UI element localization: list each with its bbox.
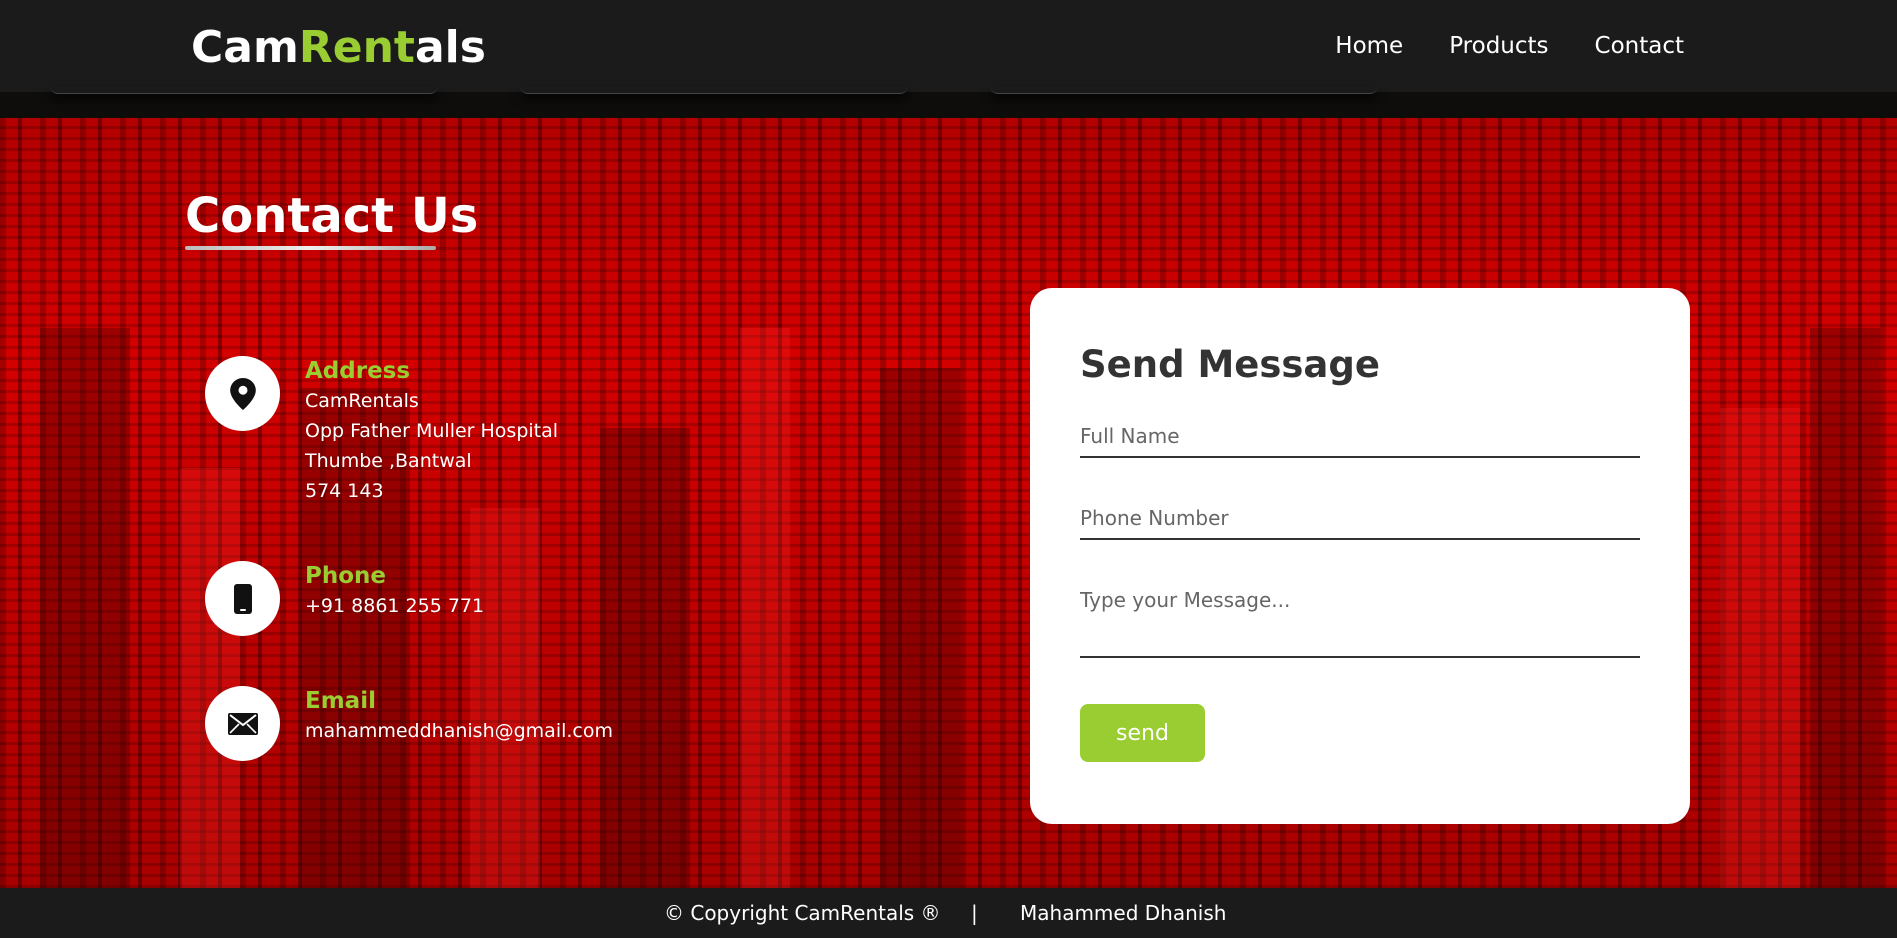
address-line: CamRentals: [305, 390, 419, 412]
phone-label: Phone: [305, 563, 387, 589]
brand-part-1: Cam: [191, 22, 299, 73]
mobile-phone-icon: [233, 583, 252, 614]
address-label: Address: [305, 358, 411, 384]
city-building: [880, 368, 960, 888]
product-card-edge: [520, 86, 908, 94]
send-button[interactable]: send: [1080, 704, 1205, 762]
city-building: [40, 328, 130, 888]
phone-value[interactable]: +91 8861 255 771: [305, 591, 484, 621]
message-textarea[interactable]: [1080, 588, 1640, 658]
footer-separator: |: [971, 901, 978, 925]
email-icon-circle: [205, 686, 280, 761]
city-building: [1810, 328, 1880, 888]
nav-contact-link[interactable]: Contact: [1595, 30, 1684, 62]
brand-logo[interactable]: CamRentals: [191, 20, 486, 76]
form-title: Send Message: [1080, 343, 1380, 386]
address-icon-circle: [205, 356, 280, 431]
city-building: [180, 468, 240, 888]
site-header: CamRentals Home Products Contact: [0, 0, 1897, 92]
address-line: Opp Father Muller Hospital: [305, 420, 559, 442]
email-value[interactable]: mahammeddhanish@gmail.com: [305, 716, 613, 746]
product-cards-edge: [0, 86, 1897, 118]
nav-home-link[interactable]: Home: [1335, 30, 1403, 62]
main-nav: Home Products Contact: [1335, 30, 1684, 62]
brand-part-3: als: [414, 22, 486, 73]
city-building: [600, 428, 690, 888]
contact-section: Contact Us Address CamRentals Opp Father…: [0, 118, 1897, 888]
send-message-form: Send Message send: [1030, 288, 1690, 824]
phone-number-input[interactable]: [1080, 506, 1640, 540]
email-text: Email mahammeddhanish@gmail.com: [305, 686, 613, 746]
full-name-input[interactable]: [1080, 424, 1640, 458]
address-line: 574 143: [305, 480, 384, 502]
address-line: Thumbe ,Bantwal: [305, 450, 472, 472]
location-pin-icon: [229, 377, 256, 410]
product-card-edge: [990, 86, 1378, 94]
phone-icon-circle: [205, 561, 280, 636]
footer-author: Mahammed Dhanish: [1020, 901, 1227, 925]
address-text: Address CamRentals Opp Father Muller Hos…: [305, 356, 558, 506]
brand-part-2: Rent: [298, 22, 415, 73]
title-underline: [185, 246, 436, 250]
site-footer: © Copyright CamRentals ® | Mahammed Dhan…: [0, 888, 1897, 938]
phone-text: Phone +91 8861 255 771: [305, 561, 484, 621]
envelope-icon: [227, 712, 258, 735]
email-label: Email: [305, 688, 376, 714]
nav-products-link[interactable]: Products: [1449, 30, 1548, 62]
page-title: Contact Us: [185, 188, 479, 244]
city-building: [1720, 408, 1800, 888]
city-building: [740, 328, 790, 888]
footer-copyright: © Copyright CamRentals ®: [664, 901, 941, 925]
product-card-edge: [50, 86, 438, 94]
